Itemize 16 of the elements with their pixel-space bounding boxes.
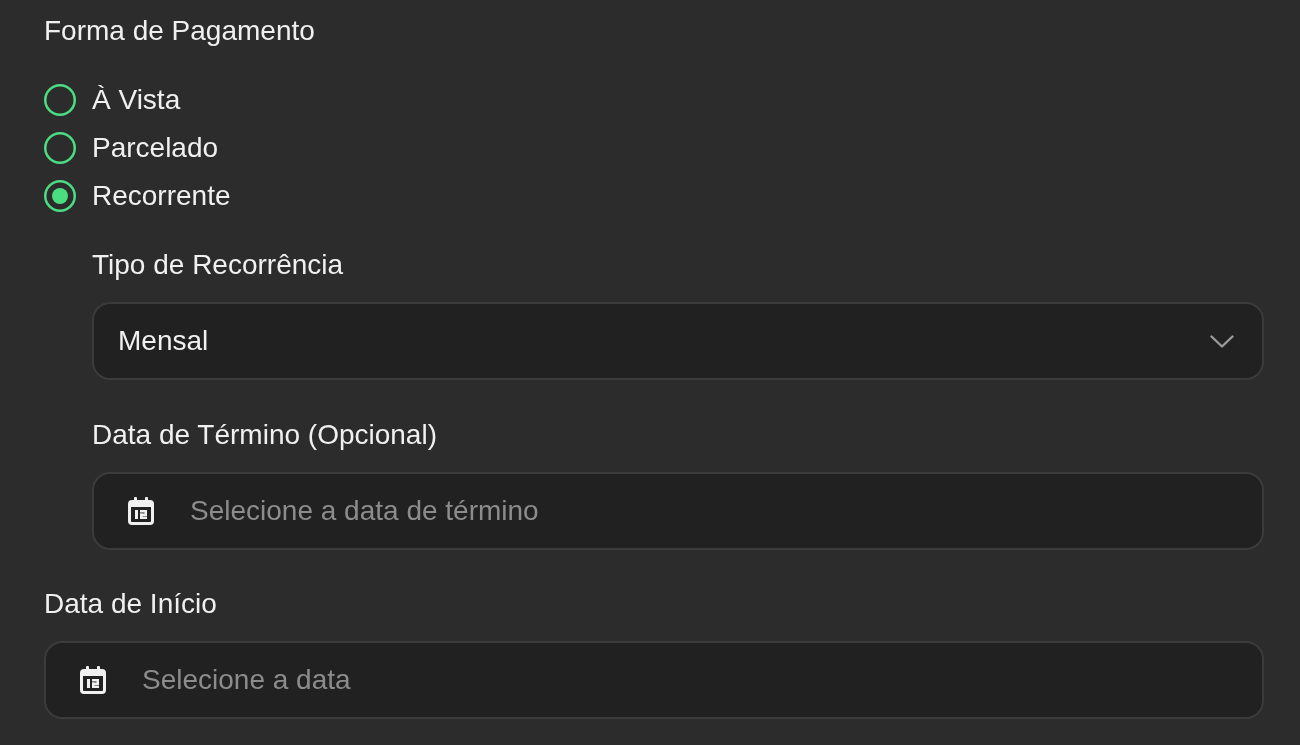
section-title: Forma de Pagamento [44,14,315,48]
end-date-field[interactable]: Selecione a data de término [92,472,1264,550]
radio-button[interactable] [44,132,76,164]
option-label[interactable]: Parcelado [92,131,219,165]
recurrence-select[interactable]: Mensal [92,302,1264,380]
field-label: Data de Início [44,587,217,621]
calendar-icon [80,666,106,694]
field-label: Data de Término (Opcional) [92,418,437,452]
option-label[interactable]: Recorrente [92,179,231,213]
radio-button[interactable] [44,84,76,116]
option-label[interactable]: À Vista [92,83,181,117]
chevron-down-icon [1210,334,1234,348]
start-date-field[interactable]: Selecione a data [44,641,1264,719]
radio-button[interactable] [44,180,76,212]
calendar-icon [128,497,154,525]
field-label: Tipo de Recorrência [92,248,344,282]
